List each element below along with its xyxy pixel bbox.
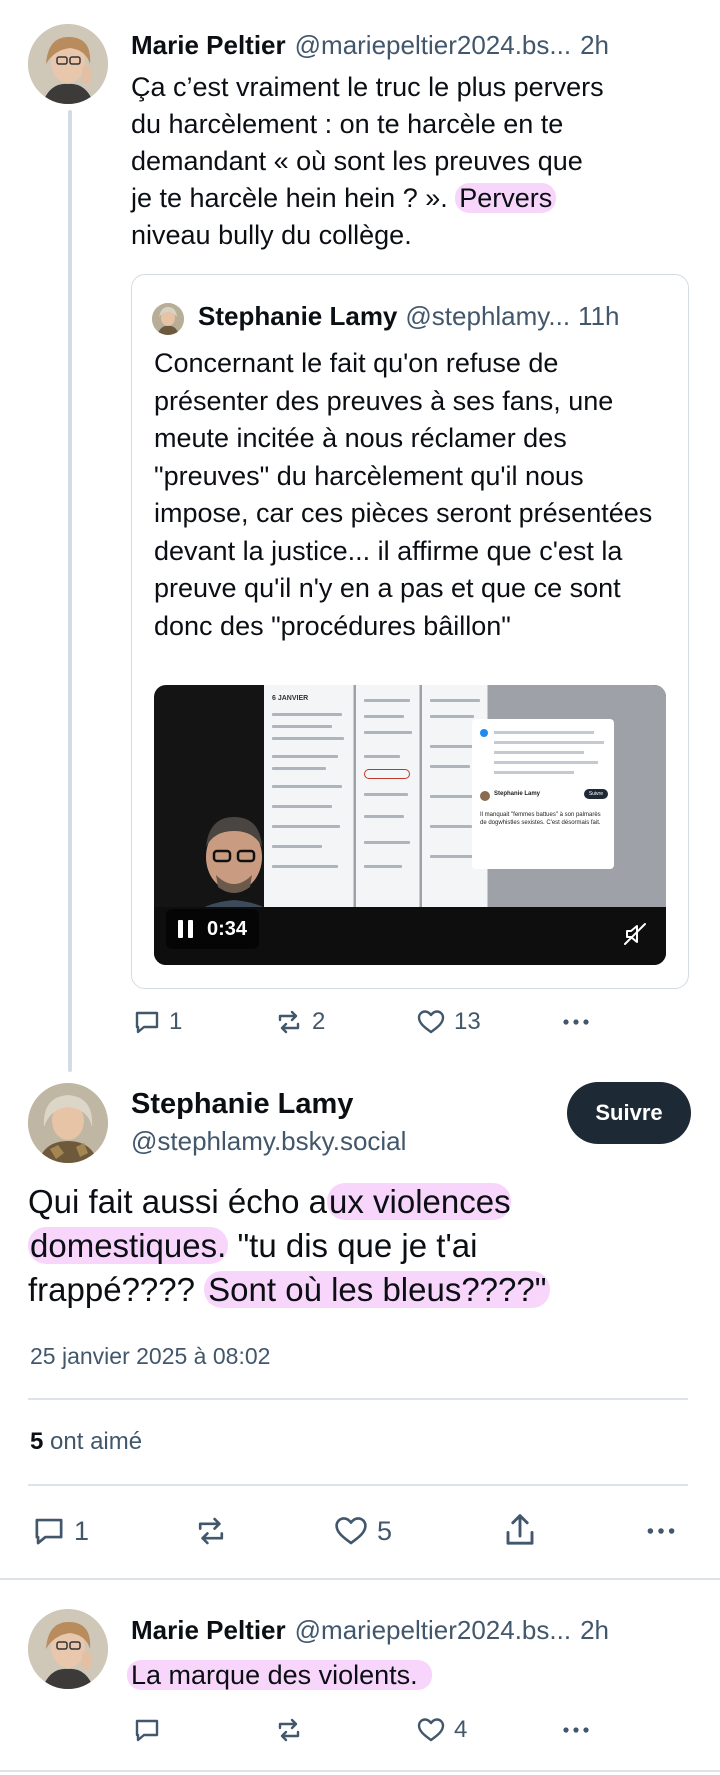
divider: [0, 1770, 720, 1772]
quote-text: Concernant le fait qu'on refuse de prése…: [154, 348, 653, 641]
text-line: niveau bully du collège.: [131, 220, 412, 250]
highlighted-text: Pervers: [455, 183, 557, 213]
avatar-image: [28, 1609, 108, 1689]
highlighted-text: ux violences: [327, 1183, 511, 1220]
like-button[interactable]: 13: [416, 1008, 481, 1036]
video-time-badge[interactable]: 0:34: [166, 909, 260, 949]
text-line: Ça c’est vraiment le truc le plus perver…: [131, 72, 604, 102]
avatar-image: [28, 24, 108, 104]
like-button[interactable]: 5: [333, 1514, 392, 1548]
popup-follow-button: Suivre: [583, 789, 608, 799]
video-duration: 0:34: [207, 917, 248, 940]
heart-icon: [417, 1010, 445, 1034]
text-fragment: "tu dis que je t'ai: [228, 1227, 478, 1264]
post-text: La marque des violents.: [127, 1657, 432, 1694]
more-icon: [563, 1019, 589, 1025]
repost-icon: [278, 1718, 300, 1742]
reply-icon: [35, 1518, 63, 1545]
highlighted-text: La marque des violents.: [127, 1660, 432, 1690]
follow-button[interactable]: Suivre: [567, 1082, 691, 1144]
text-line: du harcèlement : on te harcèle en te: [131, 109, 564, 139]
divider: [28, 1398, 688, 1400]
likes-summary[interactable]: 5 ont aimé: [30, 1428, 142, 1456]
avatar-image: [28, 1083, 108, 1163]
share-icon: [506, 1514, 534, 1545]
repost-icon: [198, 1517, 224, 1545]
post-text: Ça c’est vraiment le truc le plus perver…: [131, 69, 691, 254]
text-line: frappé???? Sont où les bleus????": [28, 1268, 708, 1312]
slide-heading: 6 JANVIER: [272, 695, 309, 702]
more-button[interactable]: [560, 1008, 592, 1036]
video-slide: 6 JANVIER Stephanie Lamy Suivre Il manqu…: [264, 685, 666, 907]
tweet-popup: Stephanie Lamy Suivre Il manquait "femme…: [472, 719, 614, 869]
repost-button[interactable]: [274, 1716, 304, 1744]
like-count: 13: [454, 1008, 481, 1035]
reply-icon: [135, 1011, 159, 1034]
author-handle[interactable]: @stephlamy.bsky.social: [131, 1126, 406, 1157]
slide-panel: [356, 685, 420, 907]
avatar[interactable]: [28, 24, 108, 104]
text-line: demandant « où sont les preuves que: [131, 146, 583, 176]
like-count: 4: [454, 1716, 468, 1743]
heart-icon: [335, 1517, 367, 1545]
repost-count: 2: [312, 1008, 326, 1035]
avatar[interactable]: [28, 1083, 108, 1163]
post-text: Qui fait aussi écho aux violences domest…: [28, 1180, 708, 1312]
video-player[interactable]: 6 JANVIER Stephanie Lamy Suivre Il manqu…: [154, 685, 666, 965]
popup-text: Il manquait "femmes battues" à son palma…: [480, 812, 601, 826]
quoted-post[interactable]: Stephanie Lamy @stephlamy... 11h Concern…: [131, 274, 689, 989]
reply-count: 1: [169, 1008, 183, 1035]
likes-count: 5: [30, 1428, 44, 1455]
post-header: Marie Peltier @mariepeltier2024.bs... 2h: [131, 1615, 609, 1646]
more-icon: [647, 1528, 675, 1534]
repost-button[interactable]: [193, 1514, 229, 1548]
text-line: je te harcèle hein hein ? ». Pervers: [131, 180, 691, 217]
author-name[interactable]: Marie Peltier: [131, 30, 286, 61]
reply-button[interactable]: 1: [133, 1008, 182, 1036]
reply-icon: [135, 1719, 159, 1742]
text-fragment: frappé????: [28, 1271, 205, 1308]
highlighted-text: Sont où les bleus????": [204, 1271, 551, 1308]
author-handle[interactable]: @mariepeltier2024.bs...: [295, 1615, 571, 1646]
author-name[interactable]: Stephanie Lamy: [131, 1088, 353, 1121]
popup-author: Stephanie Lamy: [494, 791, 541, 797]
highlighted-text: domestiques.: [28, 1227, 229, 1264]
reply-button[interactable]: [133, 1716, 161, 1744]
like-button[interactable]: 4: [416, 1716, 467, 1744]
text-line: Qui fait aussi écho aux violences: [28, 1180, 708, 1224]
quote-time: 11h: [578, 301, 620, 331]
divider: [0, 1578, 720, 1580]
pause-icon[interactable]: [178, 920, 193, 938]
repost-icon: [278, 1010, 300, 1034]
quote-author-handle: @stephlamy...: [405, 301, 571, 331]
quote-header: Stephanie Lamy @stephlamy... 11h: [198, 301, 620, 332]
avatar[interactable]: [28, 1609, 108, 1689]
text-fragment: Qui fait aussi écho a: [28, 1183, 327, 1220]
text-fragment: je te harcèle hein hein ? ».: [131, 183, 456, 213]
post-date[interactable]: 25 janvier 2025 à 08:02: [30, 1343, 270, 1370]
more-icon: [563, 1727, 589, 1733]
heart-icon: [417, 1718, 445, 1742]
share-button[interactable]: [503, 1512, 537, 1548]
post-time[interactable]: 2h: [580, 30, 609, 61]
like-count: 5: [377, 1515, 393, 1546]
post-header: Marie Peltier @mariepeltier2024.bs... 2h: [131, 30, 609, 61]
likes-label: ont aimé: [50, 1428, 143, 1455]
quote-author-name: Stephanie Lamy: [198, 301, 398, 331]
repost-button[interactable]: 2: [274, 1008, 325, 1036]
more-button[interactable]: [560, 1716, 592, 1744]
author-handle[interactable]: @mariepeltier2024.bs...: [295, 30, 571, 61]
more-button[interactable]: [644, 1514, 678, 1548]
divider: [28, 1484, 688, 1486]
thread-line: [68, 110, 72, 1072]
quote-avatar: [152, 303, 184, 335]
text-line: domestiques. "tu dis que je t'ai: [28, 1224, 708, 1268]
mute-icon[interactable]: [622, 921, 648, 947]
post-time[interactable]: 2h: [580, 1615, 609, 1646]
reply-count: 1: [74, 1515, 90, 1546]
author-name[interactable]: Marie Peltier: [131, 1615, 286, 1646]
reply-button[interactable]: 1: [32, 1514, 89, 1548]
